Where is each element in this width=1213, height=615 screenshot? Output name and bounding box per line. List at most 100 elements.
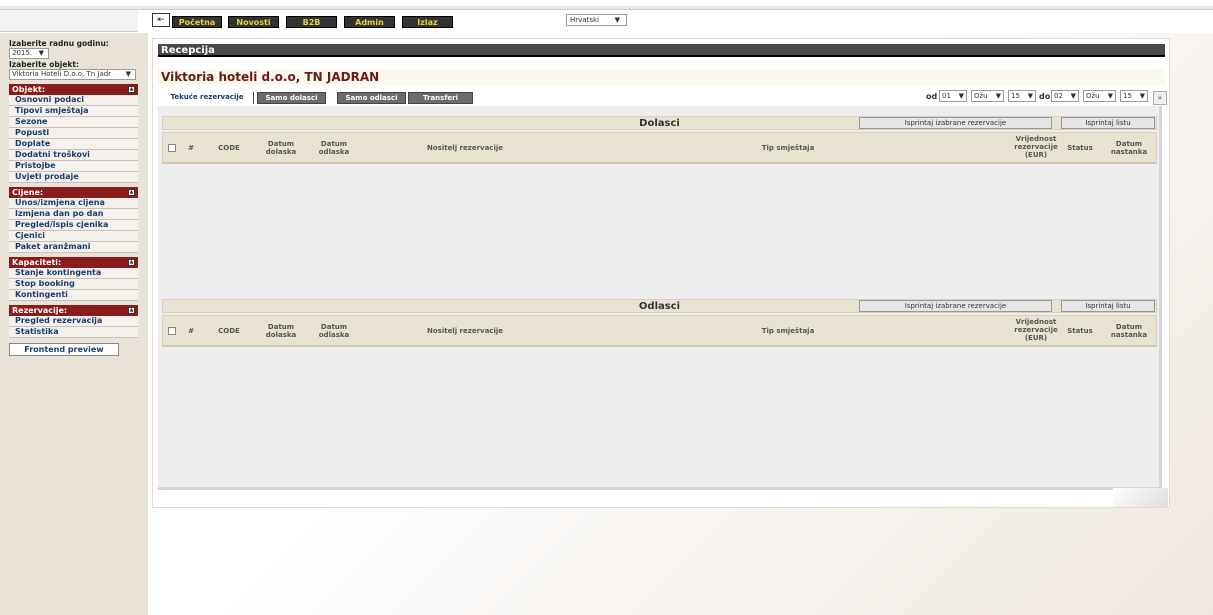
from-year-select[interactable]: 15 ▼	[1008, 90, 1036, 102]
to-day-select[interactable]: 02 ▼	[1051, 90, 1079, 102]
to-label: do	[1039, 92, 1051, 101]
section-title: Odlasci	[638, 301, 681, 312]
chevron-down-icon: ▼	[995, 92, 1001, 100]
sidebar-item-pristojbe[interactable]: Pristojbe	[9, 161, 138, 172]
sidebar-item-osnovni-podaci[interactable]: Osnovni podaci	[9, 95, 138, 106]
sidebar-item-tipovi-smjestaja[interactable]: Tipovi smještaja	[9, 106, 138, 117]
tab-samo-odlasci[interactable]: Samo odlasci	[337, 92, 406, 104]
from-month-value: Ožu	[974, 92, 988, 100]
col-hash: #	[188, 327, 194, 335]
from-day-value: 01	[942, 92, 951, 100]
object-select[interactable]: Viktoria Hoteli D.o.o, Tn Jadr ▼	[9, 69, 136, 80]
chevron-down-icon: ▼	[1139, 92, 1145, 100]
section-objekt[interactable]: Objekt: ▲	[9, 84, 138, 95]
nav-button-admin[interactable]: Admin	[344, 16, 395, 28]
print-selected-button[interactable]: Isprintaj izabrane rezervacije	[859, 117, 1052, 129]
chevron-down-icon: ▼	[38, 49, 44, 57]
col-code: CODE	[218, 327, 240, 335]
to-month-select[interactable]: Ožu ▼	[1083, 90, 1116, 102]
sidebar-item-dodatni-troskovi[interactable]: Dodatni troškovi	[9, 150, 138, 161]
sidebar-item-uvjeti-prodaje[interactable]: Uvjeti prodaje	[9, 172, 138, 183]
year-label: Izaberite radnu godinu:	[9, 39, 109, 48]
col-room-type: Tip smještaja	[761, 327, 815, 335]
col-created: Datum nastanka	[1110, 140, 1148, 156]
year-select[interactable]: 2015. ▼	[9, 48, 49, 59]
frontend-preview-button[interactable]: Frontend preview	[9, 343, 119, 356]
sidebar-item-paket-aranzmani[interactable]: Paket aranžmani	[9, 242, 138, 253]
nav-button-novosti[interactable]: Novosti	[228, 16, 279, 28]
sidebar-item-cjenici[interactable]: Cjenici	[9, 231, 138, 242]
tab-samo-dolasci[interactable]: Samo dolasci	[257, 92, 326, 104]
to-year-select[interactable]: 15 ▼	[1120, 90, 1148, 102]
table-header-dolasci: # CODE Datum dolaska Datum odlaska Nosit…	[162, 132, 1157, 164]
sidebar-item-izmjena-dan-po-dan[interactable]: Izmjena dan po dan	[9, 209, 138, 220]
col-arrival: Datum dolaska	[265, 323, 297, 339]
col-holder: Nositelj rezervacije	[426, 144, 504, 152]
tab-transferi[interactable]: Transferi	[408, 92, 473, 104]
hotel-title: Viktoria hoteli d.o.o, TN JADRAN	[158, 69, 1165, 85]
collapse-icon[interactable]: ▲	[128, 86, 135, 93]
go-button[interactable]: »	[1153, 91, 1167, 105]
sidebar-item-popusti[interactable]: Popusti	[9, 128, 138, 139]
col-value: Vrijednost rezervacije (EUR)	[1014, 135, 1058, 159]
sidebar-item-doplate[interactable]: Doplate	[9, 139, 138, 150]
sidebar-item-kontingenti[interactable]: Kontingenti	[9, 290, 138, 301]
section-rezervacije[interactable]: Rezervacije: ▲	[9, 305, 138, 316]
sidebar-item-sezone[interactable]: Sezone	[9, 117, 138, 128]
chevron-down-icon: ▼	[958, 92, 964, 100]
collapse-icon[interactable]: ▲	[128, 189, 135, 196]
col-created: Datum nastanka	[1110, 323, 1148, 339]
tab-tekuce-rezervacije[interactable]: Tekuće rezervacije	[161, 92, 254, 104]
select-all-checkbox[interactable]	[168, 327, 176, 335]
sidebar: Izaberite radnu godinu: 2015. ▼ Izaberit…	[0, 33, 148, 615]
section-title: Kapaciteti:	[12, 258, 62, 267]
print-selected-button[interactable]: Isprintaj izabrane rezervacije	[859, 300, 1052, 312]
col-status: Status	[1067, 144, 1093, 152]
main-panel: Recepcija Viktoria hoteli d.o.o, TN JADR…	[152, 38, 1170, 508]
top-bar: ⇤ Početna Novosti B2B Admin Izlaz Hrvats…	[0, 0, 1213, 33]
to-month-value: Ožu	[1086, 92, 1100, 100]
sidebar-item-stanje-kontingenta[interactable]: Stanje kontingenta	[9, 268, 138, 279]
chevron-down-icon: ▼	[1027, 92, 1033, 100]
select-all-checkbox[interactable]	[168, 144, 176, 152]
section-cijene[interactable]: Cijene: ▲	[9, 187, 138, 198]
sidebar-item-statistika[interactable]: Statistika	[9, 327, 138, 338]
print-list-button[interactable]: Isprintaj listu	[1061, 117, 1155, 129]
sidebar-item-pregled-rezervacija[interactable]: Pregled rezervacija	[9, 316, 138, 327]
sidebar-item-unos-izmjena-cijena[interactable]: Unos/izmjena cijena	[9, 198, 138, 209]
col-arrival: Datum dolaska	[265, 140, 297, 156]
chevron-down-icon: ▼	[1107, 92, 1113, 100]
from-label: od	[926, 92, 938, 101]
section-title: Objekt:	[12, 85, 46, 94]
section-kapaciteti[interactable]: Kapaciteti: ▲	[9, 257, 138, 268]
chevron-down-icon: ▼	[1070, 92, 1076, 100]
from-month-select[interactable]: Ožu ▼	[971, 90, 1004, 102]
section-title: Cijene:	[12, 188, 44, 197]
sidebar-item-pregled-ispis-cjenika[interactable]: Pregled/ispis cjenika	[9, 220, 138, 231]
chevron-down-icon: ▼	[614, 16, 620, 24]
from-day-select[interactable]: 01 ▼	[939, 90, 967, 102]
content-area: Dolasci Isprintaj izabrane rezervacije I…	[158, 106, 1162, 490]
to-day-value: 02	[1054, 92, 1063, 100]
col-room-type: Tip smještaja	[761, 144, 815, 152]
col-departure: Datum odlaska	[318, 323, 350, 339]
collapse-icon[interactable]: ▲	[128, 259, 135, 266]
language-value: Hrvatski	[570, 16, 599, 24]
nav-button-b2b[interactable]: B2B	[286, 16, 337, 28]
nav-button-pocetna[interactable]: Početna	[172, 16, 222, 28]
collapse-icon[interactable]: ▲	[128, 307, 135, 314]
object-value: Viktoria Hoteli D.o.o, Tn Jadr	[12, 70, 112, 78]
section-title: Rezervacije:	[12, 306, 68, 315]
col-hash: #	[188, 144, 194, 152]
page-title: Recepcija	[158, 44, 1165, 57]
to-year-value: 15	[1123, 92, 1132, 100]
print-list-button[interactable]: Isprintaj listu	[1061, 300, 1155, 312]
table-header-odlasci: # CODE Datum dolaska Datum odlaska Nosit…	[162, 315, 1157, 347]
collapse-sidebar-icon[interactable]: ⇤	[152, 13, 170, 27]
nav-button-izlaz[interactable]: Izlaz	[402, 16, 453, 28]
sidebar-item-stop-booking[interactable]: Stop booking	[9, 279, 138, 290]
language-select[interactable]: Hrvatski ▼	[566, 14, 627, 26]
section-title: Dolasci	[639, 118, 680, 129]
col-value: Vrijednost rezervacije (EUR)	[1014, 318, 1058, 342]
date-range: od 01 ▼ Ožu ▼ 15 ▼ do 02 ▼ Ožu ▼ 15 ▼	[923, 90, 1168, 103]
